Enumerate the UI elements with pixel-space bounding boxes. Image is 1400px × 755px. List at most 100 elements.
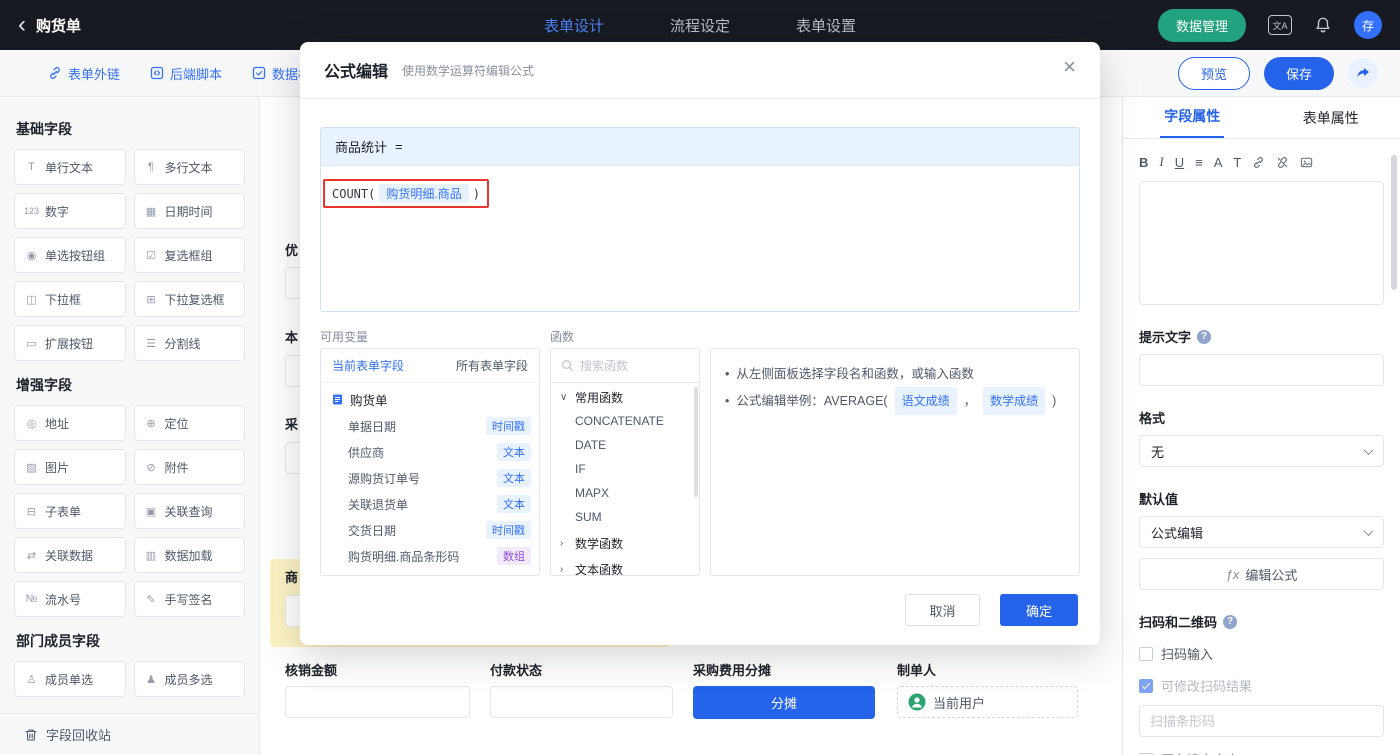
tab-form-properties[interactable]: 表单属性 xyxy=(1262,97,1400,138)
functions-label: 函数 xyxy=(550,328,574,345)
field-btn-linked-data[interactable]: ⇄关联数据 xyxy=(14,537,126,573)
function-item[interactable]: SUM xyxy=(551,505,699,529)
function-item[interactable]: DATE xyxy=(551,433,699,457)
function-group-text[interactable]: ›文本函数 xyxy=(551,557,699,576)
close-icon[interactable]: × xyxy=(1063,56,1076,78)
preview-button[interactable]: 预览 xyxy=(1178,57,1250,90)
field-btn-multi-text[interactable]: ¶多行文本 xyxy=(134,149,246,185)
function-group-math[interactable]: ›数学函数 xyxy=(551,531,699,555)
field-btn-multi-select[interactable]: ⊞下拉复选框 xyxy=(134,281,246,317)
field-btn-datetime[interactable]: ▦日期时间 xyxy=(134,193,246,229)
help-icon[interactable]: ? xyxy=(1223,615,1237,629)
tab-field-properties[interactable]: 字段属性 xyxy=(1123,97,1262,138)
field-btn-member-multi[interactable]: ♟成员多选 xyxy=(134,661,246,697)
remove-link-icon[interactable] xyxy=(1276,156,1289,169)
enter-clear-checkbox[interactable]: 回车清空内容 xyxy=(1139,750,1384,755)
field-btn-select[interactable]: ◫下拉框 xyxy=(14,281,126,317)
backend-script-button[interactable]: 后端脚本 xyxy=(150,64,222,83)
scrollbar-thumb[interactable] xyxy=(694,387,698,497)
bold-icon[interactable]: B xyxy=(1139,155,1148,170)
function-item[interactable]: MAPX xyxy=(551,481,699,505)
field-recycle-bin[interactable]: 字段回收站 xyxy=(0,713,259,755)
formula-input-area[interactable]: 商品统计 = COUNT( 购货明细.商品 ) xyxy=(320,127,1080,312)
scan-barcode-input[interactable] xyxy=(1139,705,1384,737)
hint-text-input[interactable] xyxy=(1139,354,1384,386)
field-btn-image[interactable]: ▨图片 xyxy=(14,449,126,485)
underline-icon[interactable]: U xyxy=(1175,155,1184,170)
field-btn-single-text[interactable]: T单行文本 xyxy=(14,149,126,185)
variables-tree-root[interactable]: 购货单 xyxy=(321,385,539,413)
font-size-icon[interactable]: T xyxy=(1233,155,1241,170)
format-select[interactable]: 无 xyxy=(1139,435,1384,467)
field-btn-subform[interactable]: ⊟子表单 xyxy=(14,493,126,529)
field-btn-radio-group[interactable]: ◉单选按钮组 xyxy=(14,237,126,273)
field-btn-divider[interactable]: ☰分割线 xyxy=(134,325,246,361)
function-item[interactable]: IF xyxy=(551,457,699,481)
italic-icon[interactable]: I xyxy=(1159,154,1163,170)
tab-all-form-fields[interactable]: 所有表单字段 xyxy=(456,357,528,374)
formula-field-tag[interactable]: 购货明细.商品 xyxy=(379,184,468,203)
available-variables-label: 可用变量 xyxy=(320,328,368,345)
scrollbar-thumb[interactable] xyxy=(1391,155,1397,290)
format-value: 无 xyxy=(1151,442,1164,461)
formula-close-paren: ) xyxy=(473,187,480,201)
variable-field-row[interactable]: 交货日期时间戳 xyxy=(321,517,539,543)
variable-field-row[interactable]: 供应商文本 xyxy=(321,439,539,465)
translate-icon[interactable]: 文A xyxy=(1268,15,1292,35)
save-button[interactable]: 保存 xyxy=(1264,57,1334,90)
function-group-common[interactable]: ∨常用函数 xyxy=(551,385,699,409)
variables-panel: 当前表单字段 所有表单字段 购货单 单据日期时间戳 供应商文本 源购货订单号文本… xyxy=(320,348,540,576)
field-btn-data-load[interactable]: ▥数据加载 xyxy=(134,537,246,573)
field-title-editor[interactable] xyxy=(1139,181,1384,305)
variable-field-row[interactable]: 关联退货单文本 xyxy=(321,491,539,517)
default-value-select[interactable]: 公式编辑 xyxy=(1139,516,1384,548)
external-link-button[interactable]: 表单外链 xyxy=(48,64,120,83)
field-btn-label: 流水号 xyxy=(45,591,81,608)
share-button[interactable] xyxy=(1348,58,1378,88)
tab-form-settings[interactable]: 表单设置 xyxy=(796,15,856,36)
scan-input-checkbox[interactable]: 扫码输入 xyxy=(1139,644,1384,663)
tab-current-form-fields[interactable]: 当前表单字段 xyxy=(332,357,404,374)
field-btn-serial-number[interactable]: №流水号 xyxy=(14,581,126,617)
allocate-button[interactable]: 分摊 xyxy=(693,686,875,719)
data-manage-button[interactable]: 数据管理 xyxy=(1158,9,1246,42)
scan-modify-checkbox[interactable]: 可修改扫码结果 xyxy=(1139,676,1384,695)
variable-field-row[interactable]: 购货明细.商品条形码数组 xyxy=(321,543,539,569)
writeoff-amount-input[interactable] xyxy=(285,686,470,718)
variable-field-row[interactable]: 单据日期时间戳 xyxy=(321,413,539,439)
back-icon[interactable]: ‹ xyxy=(18,15,26,35)
field-label-partial: 商 xyxy=(285,567,298,586)
avatar[interactable]: 存 xyxy=(1354,11,1382,39)
function-search[interactable] xyxy=(551,349,699,383)
insert-link-icon[interactable] xyxy=(1252,156,1265,169)
align-icon[interactable]: ≡ xyxy=(1195,155,1203,170)
field-btn-attachment[interactable]: ⊘附件 xyxy=(134,449,246,485)
field-btn-member-single[interactable]: ♙成员单选 xyxy=(14,661,126,697)
recycle-bin-label: 字段回收站 xyxy=(46,725,111,744)
function-item[interactable]: CONCATENATE xyxy=(551,409,699,433)
topbar-tabs: 表单设计 流程设定 表单设置 xyxy=(544,15,856,36)
insert-image-icon[interactable] xyxy=(1300,156,1313,169)
cancel-button[interactable]: 取消 xyxy=(905,594,980,626)
tab-form-design[interactable]: 表单设计 xyxy=(544,15,604,36)
field-label-writeoff-amount: 核销金额 xyxy=(285,660,337,679)
field-btn-signature[interactable]: ✎手写签名 xyxy=(134,581,246,617)
tab-process-settings[interactable]: 流程设定 xyxy=(670,15,730,36)
edit-formula-button[interactable]: ƒx编辑公式 xyxy=(1139,558,1384,590)
field-btn-checkbox-group[interactable]: ☑复选框组 xyxy=(134,237,246,273)
variable-field-row[interactable]: 源购货订单号文本 xyxy=(321,465,539,491)
confirm-button[interactable]: 确定 xyxy=(1000,594,1078,626)
field-btn-address[interactable]: ◎地址 xyxy=(14,405,126,441)
creator-current-user[interactable]: 当前用户 xyxy=(897,686,1078,718)
font-color-icon[interactable]: A xyxy=(1214,155,1223,170)
function-search-input[interactable] xyxy=(580,359,680,373)
field-btn-linked-query[interactable]: ▣关联查询 xyxy=(134,493,246,529)
field-btn-extend-button[interactable]: ▭扩展按钮 xyxy=(14,325,126,361)
function-group-label: 文本函数 xyxy=(575,561,623,577)
help-icon[interactable]: ? xyxy=(1197,330,1211,344)
payment-status-input[interactable] xyxy=(490,686,673,718)
field-btn-location[interactable]: ⊕定位 xyxy=(134,405,246,441)
page-title: 购货单 xyxy=(36,15,81,36)
field-btn-number[interactable]: 123数字 xyxy=(14,193,126,229)
notification-bell-icon[interactable] xyxy=(1314,16,1332,34)
